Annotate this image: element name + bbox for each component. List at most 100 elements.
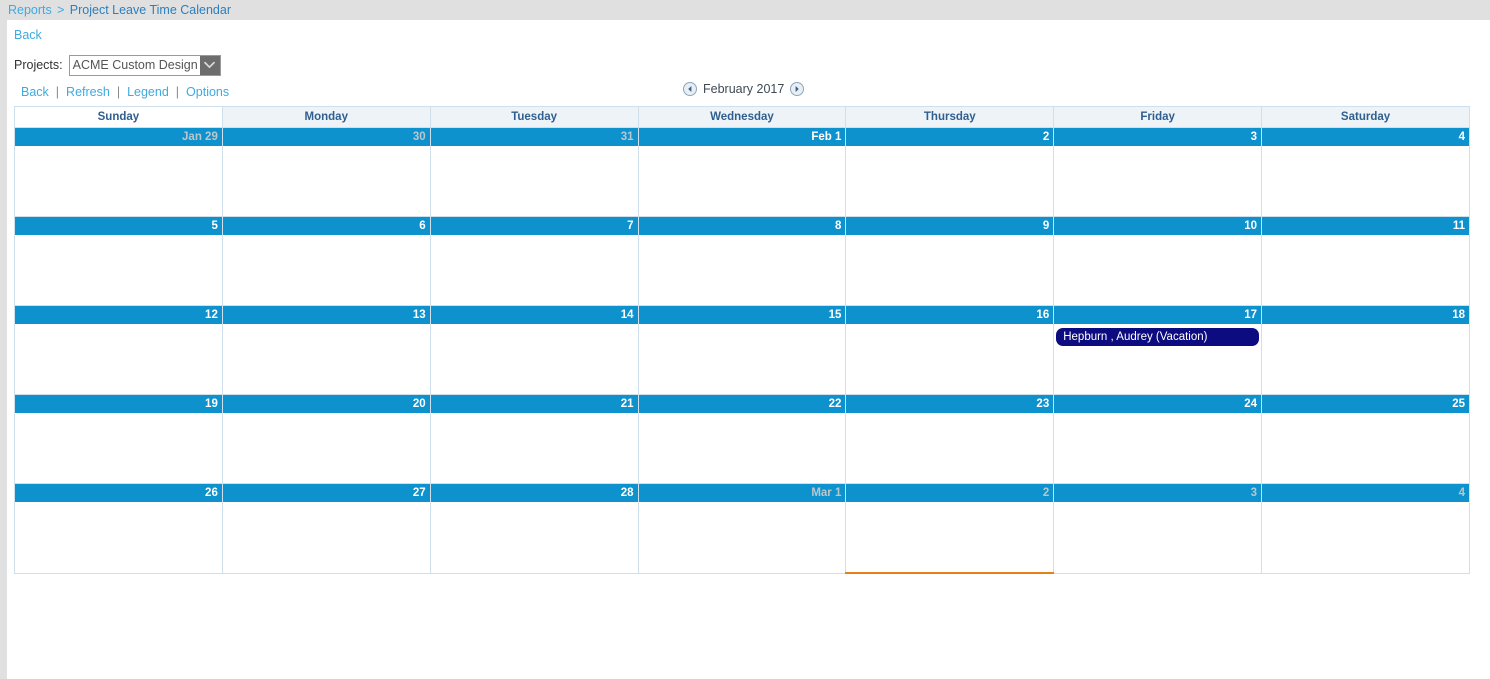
calendar-date-label[interactable]: 3 [1054,128,1262,146]
calendar-date-label[interactable]: 8 [638,217,846,235]
calendar-day-events [1262,502,1469,566]
calendar-date-label[interactable]: 22 [638,395,846,413]
chevron-down-icon[interactable] [199,55,220,75]
calendar-date-label[interactable]: 31 [430,128,638,146]
calendar-date-label[interactable]: 20 [222,395,430,413]
calendar-day-cell[interactable]: 11 [1261,216,1470,306]
calendar-header-monday: Monday [221,106,431,128]
chevron-left-circle-icon[interactable] [683,82,697,96]
calendar-day-events [1262,324,1469,388]
calendar-date-label[interactable]: 3 [1054,484,1262,502]
calendar-day-cell[interactable]: 2 [845,483,1055,574]
calendar-day-cell[interactable]: 17 Hepburn , Audrey (Vacation) [1053,305,1263,395]
calendar-day-events [1262,146,1469,210]
calendar-day-cell[interactable]: 18 [1261,305,1470,395]
calendar-day-cell[interactable]: 16 [845,305,1055,395]
calendar-day-events [1262,235,1469,299]
calendar-day-cell[interactable]: 8 [637,216,847,306]
calendar-day-events [639,146,846,210]
breadcrumb: Reports > Project Leave Time Calendar [0,0,1490,20]
calendar-day-cell[interactable]: Jan 29 [14,127,223,217]
calendar-date-label[interactable]: Mar 1 [638,484,846,502]
calendar-day-events [639,324,846,388]
calendar-date-label[interactable]: 19 [15,395,222,413]
calendar-date-label[interactable]: 2 [846,484,1054,502]
calendar-date-label[interactable]: 14 [430,306,638,324]
calendar-date-label[interactable]: 26 [15,484,222,502]
calendar-date-label[interactable]: 28 [430,484,638,502]
calendar-date-label[interactable]: 30 [222,128,430,146]
calendar-day-cell[interactable]: 30 [221,127,431,217]
toolbar-back-link[interactable]: Back [21,85,49,99]
calendar-day-cell[interactable]: 20 [221,394,431,484]
calendar-day-events [639,502,846,566]
calendar-day-cell[interactable]: 2 [845,127,1055,217]
calendar-day-cell[interactable]: 19 [14,394,223,484]
calendar-date-label[interactable]: 27 [222,484,430,502]
toolbar-refresh-link[interactable]: Refresh [66,85,110,99]
calendar-day-cell[interactable]: 9 [845,216,1055,306]
calendar-date-label[interactable]: 23 [846,395,1054,413]
calendar-date-label[interactable]: 17 [1054,306,1262,324]
calendar-date-label[interactable]: 11 [1262,217,1469,235]
calendar-day-cell[interactable]: 14 [429,305,639,395]
calendar-date-label[interactable]: Feb 1 [638,128,846,146]
calendar-day-cell[interactable]: 7 [429,216,639,306]
calendar-date-label[interactable]: 2 [846,128,1054,146]
breadcrumb-link-reports[interactable]: Reports [8,3,52,17]
calendar-date-label[interactable]: Jan 29 [15,128,222,146]
calendar-date-label[interactable]: 16 [846,306,1054,324]
back-link-top[interactable]: Back [14,28,42,42]
calendar-day-cell[interactable]: 13 [221,305,431,395]
calendar-date-label[interactable]: 7 [430,217,638,235]
calendar-day-cell[interactable]: 25 [1261,394,1470,484]
calendar-day-cell[interactable]: 12 [14,305,223,395]
calendar-day-cell[interactable]: 31 [429,127,639,217]
calendar-day-events [431,413,638,477]
calendar-date-label[interactable]: 15 [638,306,846,324]
calendar-day-events [846,324,1053,388]
calendar-date-label[interactable]: 13 [222,306,430,324]
chevron-right-circle-icon[interactable] [790,82,805,96]
calendar-day-cell[interactable]: 27 [221,483,431,574]
calendar-day-events [1054,235,1261,299]
calendar-day-cell[interactable]: 24 [1053,394,1263,484]
calendar-date-label[interactable]: 18 [1262,306,1469,324]
calendar-day-cell[interactable]: 4 [1261,483,1470,574]
leave-event-pill[interactable]: Hepburn , Audrey (Vacation) [1056,328,1260,346]
calendar-day-cell[interactable]: 26 [14,483,223,574]
calendar-body: Jan 29 30 31 Feb 1 2 3 4 5 6 7 8 9 10 11 12 13 14 15 16 17 H… [14,127,1470,574]
calendar-date-label[interactable]: 6 [222,217,430,235]
calendar-date-label[interactable]: 21 [430,395,638,413]
calendar-day-cell[interactable]: 21 [429,394,639,484]
calendar-date-label[interactable]: 25 [1262,395,1469,413]
calendar-date-label[interactable]: 24 [1054,395,1262,413]
calendar-day-cell[interactable]: Feb 1 [637,127,847,217]
calendar-day-cell[interactable]: Mar 1 [637,483,847,574]
calendar-day-cell[interactable]: 23 [845,394,1055,484]
calendar-date-label[interactable]: 4 [1262,484,1469,502]
calendar-day-events [846,413,1053,477]
project-select[interactable]: ACME Custom Design P [68,54,221,76]
toolbar-separator-2: | [116,85,121,99]
calendar-day-events [639,413,846,477]
calendar-day-cell[interactable]: 15 [637,305,847,395]
calendar-day-cell[interactable]: 6 [221,216,431,306]
calendar-week-row: Jan 29 30 31 Feb 1234 [14,127,1470,217]
toolbar-options-link[interactable]: Options [186,85,229,99]
calendar-date-label[interactable]: 9 [846,217,1054,235]
toolbar-legend-link[interactable]: Legend [127,85,169,99]
calendar-date-label[interactable]: 10 [1054,217,1262,235]
project-select-value: ACME Custom Design P [72,57,200,72]
calendar-day-cell[interactable]: 5 [14,216,223,306]
month-navigator: February 2017 [683,82,805,96]
calendar-date-label[interactable]: 12 [15,306,222,324]
calendar-day-cell[interactable]: 4 [1261,127,1470,217]
calendar-date-label[interactable]: 5 [15,217,222,235]
calendar-day-cell[interactable]: 22 [637,394,847,484]
calendar-date-label[interactable]: 4 [1262,128,1469,146]
calendar-day-cell[interactable]: 3 [1053,127,1263,217]
calendar-day-cell[interactable]: 3 [1053,483,1263,574]
calendar-day-cell[interactable]: 28 [429,483,639,574]
calendar-day-cell[interactable]: 10 [1053,216,1263,306]
